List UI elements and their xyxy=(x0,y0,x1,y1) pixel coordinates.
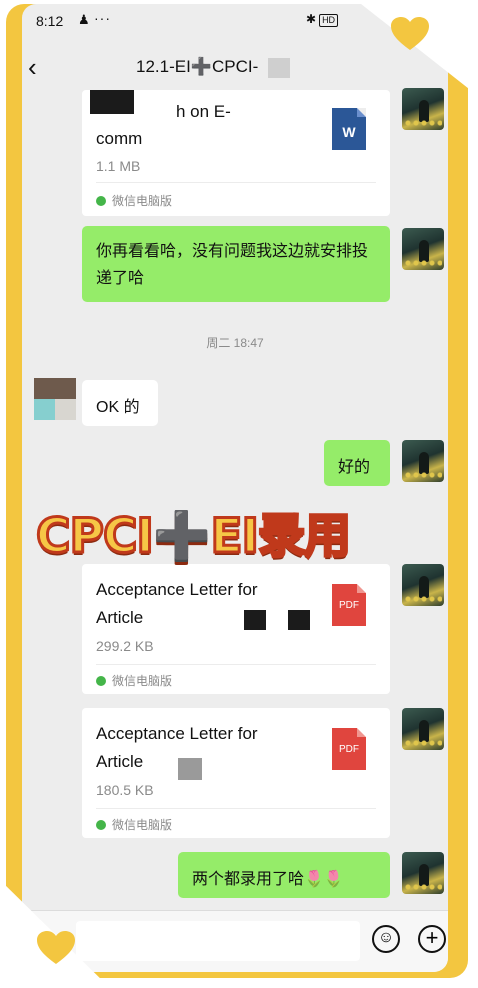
pdf-file-icon: PDF xyxy=(332,584,366,626)
heart-icon xyxy=(37,931,75,964)
sent-message[interactable]: 你再看看哈，没有问题我这边就安排投递了哈 xyxy=(82,226,390,302)
wechat-dot-icon xyxy=(96,820,106,830)
emoji-icon[interactable]: ☺ xyxy=(372,925,400,953)
bluetooth-icon: ✱ xyxy=(306,12,317,26)
title-blur xyxy=(268,58,290,78)
avatar[interactable] xyxy=(34,378,76,420)
received-message[interactable]: OK 的 xyxy=(82,380,158,426)
pdf-file-icon: PDF xyxy=(332,728,366,770)
message-text: 两个都录用了哈🌷🌷 xyxy=(192,871,344,888)
chat-title: 12.1-EI➕CPCI- xyxy=(136,57,259,76)
file-message-card[interactable]: Acceptance Letter for Article 180.5 KB P… xyxy=(82,708,390,838)
avatar[interactable] xyxy=(402,228,444,270)
file-name-line1: Acceptance Letter for xyxy=(96,724,258,743)
avatar[interactable] xyxy=(402,440,444,482)
more-dots-icon: ··· xyxy=(94,10,111,26)
back-icon[interactable]: ‹ xyxy=(28,54,58,84)
file-name-line2: Article xyxy=(96,752,144,771)
source-text: 微信电脑版 xyxy=(112,674,173,688)
message-text: 你再看看哈，没有问题我这边就安排投递了哈 xyxy=(96,243,369,287)
file-message-card[interactable]: h on E- comm 1.1 MB W 微信电脑版 xyxy=(82,90,390,216)
divider xyxy=(96,664,376,665)
status-time: 8:12 xyxy=(36,13,64,29)
source-text: 微信电脑版 xyxy=(112,818,173,832)
avatar[interactable] xyxy=(402,852,444,894)
status-right-icons: ✱ HD xyxy=(306,12,339,27)
file-size: 1.1 MB xyxy=(96,158,141,174)
sent-message[interactable]: 两个都录用了哈🌷🌷 xyxy=(178,852,390,898)
file-name-line2: comm xyxy=(96,129,143,148)
wechat-dot-icon xyxy=(96,196,106,206)
word-file-icon: W xyxy=(332,108,366,150)
message-text: OK 的 xyxy=(96,399,140,416)
qq-icon: ♟ xyxy=(78,12,90,27)
file-name-line1: Acceptance Letter for xyxy=(96,580,258,599)
message-text: 好的 xyxy=(338,459,371,476)
divider xyxy=(96,182,376,183)
redaction-block xyxy=(244,610,266,630)
source-label: 微信电脑版 xyxy=(96,816,172,833)
file-size: 180.5 KB xyxy=(96,782,154,798)
phone-screen: 8:12 ♟ ··· ✱ HD ‹ 12.1-EI➕CPCI- h on E- c… xyxy=(22,4,448,972)
source-label: 微信电脑版 xyxy=(96,192,172,209)
redaction-block xyxy=(178,758,202,780)
file-size: 299.2 KB xyxy=(96,638,154,654)
heart-icon xyxy=(391,17,429,50)
source-text: 微信电脑版 xyxy=(112,194,173,208)
redaction-block xyxy=(288,610,310,630)
file-name-line1: h on E- xyxy=(176,102,231,121)
avatar[interactable] xyxy=(402,564,444,606)
overlay-caption: CPCI➕EI录用 xyxy=(34,508,352,566)
avatar[interactable] xyxy=(402,708,444,750)
divider xyxy=(96,808,376,809)
source-label: 微信电脑版 xyxy=(96,672,172,689)
sent-message[interactable]: 好的 xyxy=(324,440,390,486)
plus-icon[interactable]: + xyxy=(418,925,446,953)
timestamp: 周二 18:47 xyxy=(206,336,264,350)
file-message-card[interactable]: Acceptance Letter for Article 299.2 KB P… xyxy=(82,564,390,694)
redaction-block xyxy=(90,90,134,114)
file-name-line2: Article xyxy=(96,608,144,627)
wechat-dot-icon xyxy=(96,676,106,686)
